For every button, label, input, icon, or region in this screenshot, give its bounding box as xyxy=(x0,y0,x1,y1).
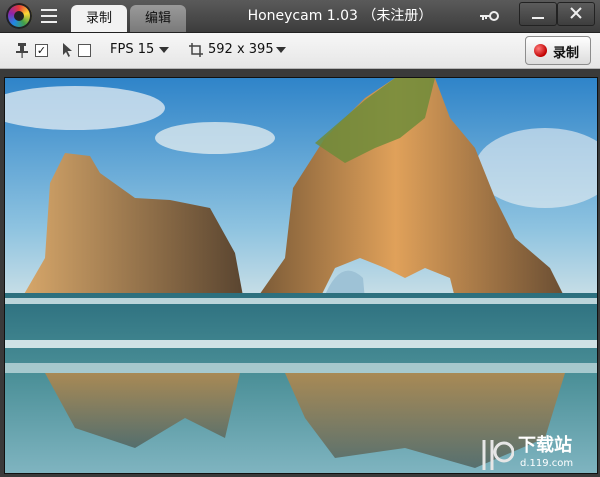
logo-icon[interactable] xyxy=(6,3,32,29)
menu-icon[interactable] xyxy=(41,9,57,23)
tab-edit[interactable]: 编辑 xyxy=(130,5,186,32)
cursor-icon xyxy=(63,43,72,57)
record-label: 录制 xyxy=(553,46,580,61)
record-button[interactable]: 录制 xyxy=(525,36,591,65)
fps-select[interactable]: FPS 15 xyxy=(110,42,154,57)
record-dot-icon xyxy=(534,44,547,57)
key-icon[interactable] xyxy=(478,7,500,25)
watermark-domain: d.119.com xyxy=(520,458,574,469)
watermark-title: 下载站 xyxy=(518,435,572,456)
window-title: Honeycam 1.03 （未注册） xyxy=(247,8,433,24)
watermark-logo-icon xyxy=(482,440,514,470)
chevron-down-icon[interactable] xyxy=(276,47,286,53)
title-bar: 录制 编辑 Honeycam 1.03 （未注册） xyxy=(0,0,600,33)
landscape-image xyxy=(5,78,597,473)
minimize-icon xyxy=(532,17,544,19)
minimize-button[interactable] xyxy=(519,2,557,26)
size-select[interactable]: 592 x 395 xyxy=(208,42,274,57)
capture-frame[interactable] xyxy=(4,77,598,474)
tab-record[interactable]: 录制 xyxy=(71,5,127,32)
pin-icon xyxy=(16,43,28,58)
crop-icon xyxy=(189,43,203,57)
pin-checkbox[interactable]: ✓ xyxy=(35,44,48,57)
cursor-checkbox[interactable] xyxy=(78,44,91,57)
watermark: 下载站 d.119.com xyxy=(480,430,598,475)
close-icon xyxy=(570,7,582,19)
close-button[interactable] xyxy=(557,2,595,26)
toolbar: ✓ FPS 15 592 x 395 录制 xyxy=(0,33,600,69)
chevron-down-icon[interactable] xyxy=(159,47,169,53)
